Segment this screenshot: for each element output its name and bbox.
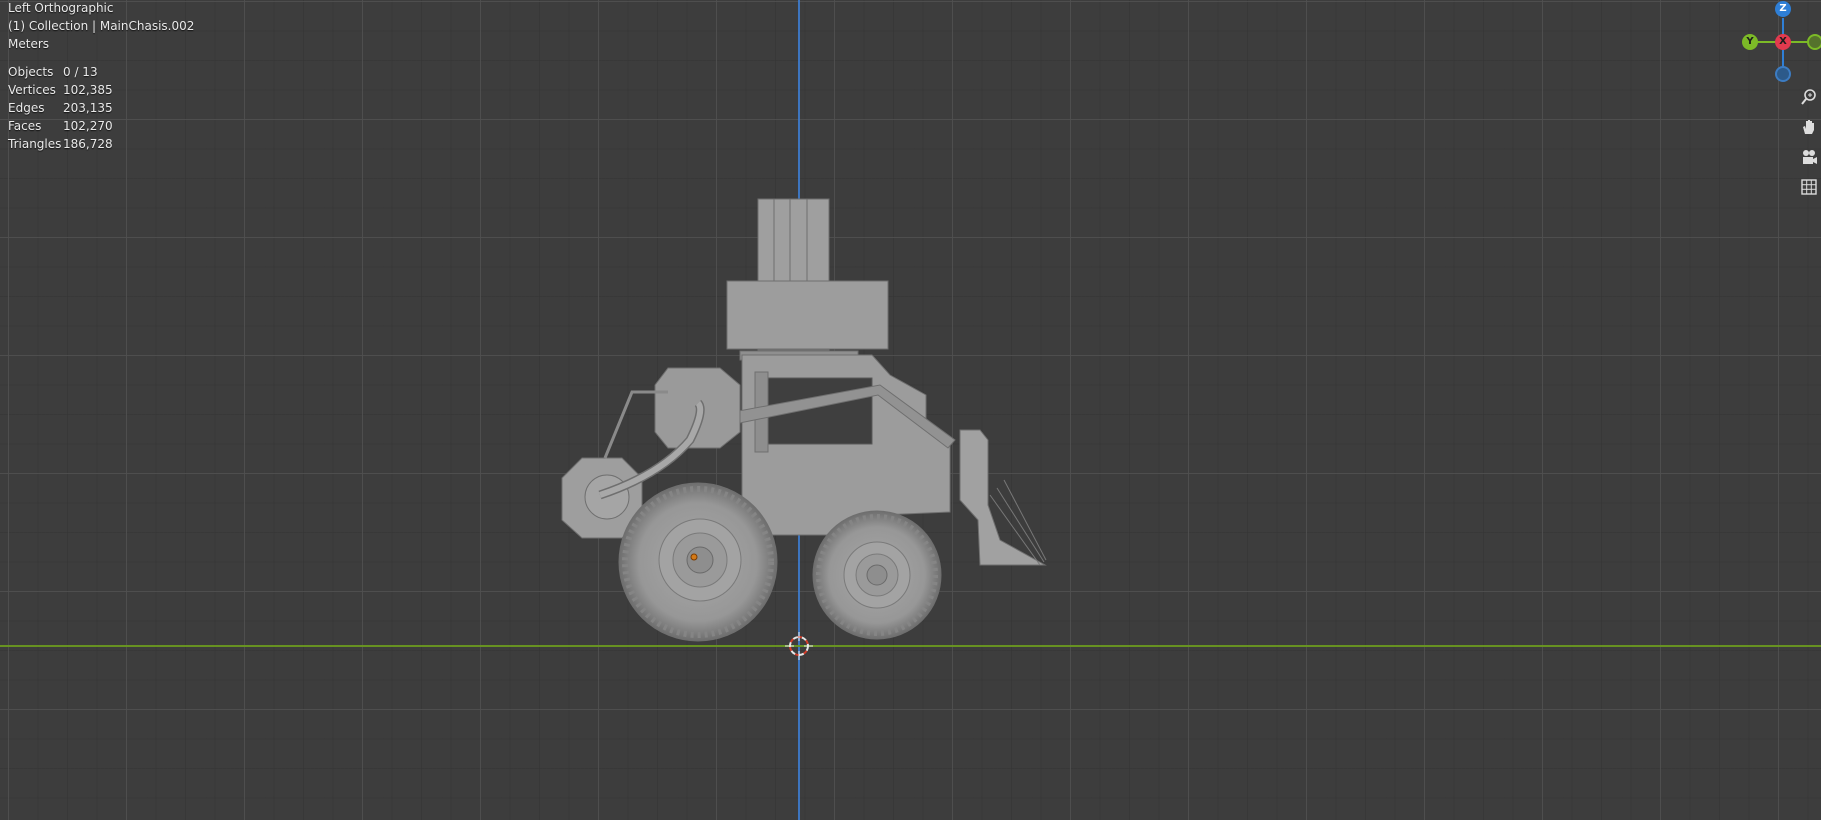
stat-label: Objects <box>8 65 54 79</box>
3d-cursor-icon[interactable] <box>785 632 813 660</box>
pan-hand-icon[interactable] <box>1797 115 1821 139</box>
stat-edges: Edges 203,135 <box>8 99 113 117</box>
stat-label: Triangles <box>8 137 62 151</box>
stat-label: Edges <box>8 101 45 115</box>
gizmo-z-axis[interactable]: Z <box>1775 1 1791 17</box>
collection-info: (1) Collection | MainChasis.002 <box>8 19 195 33</box>
camera-icon[interactable] <box>1797 145 1821 169</box>
gizmo-y-axis[interactable]: Y <box>1742 34 1758 50</box>
stat-value: 203,135 <box>63 101 113 115</box>
grid-icon[interactable] <box>1797 175 1821 199</box>
stat-faces: Faces 102,270 <box>8 117 113 135</box>
scene-statistics: Objects 0 / 13 Vertices 102,385 Edges 20… <box>8 63 113 153</box>
view-name: Left Orthographic <box>8 1 114 15</box>
navigation-gizmo[interactable]: Z Y X <box>1738 0 1821 85</box>
3d-viewport[interactable] <box>0 0 1821 820</box>
zoom-icon[interactable] <box>1797 85 1821 109</box>
stat-value: 102,385 <box>63 83 113 97</box>
gizmo-x-axis[interactable]: X <box>1775 34 1791 50</box>
loader-model[interactable] <box>0 0 1821 820</box>
stat-label: Faces <box>8 119 42 133</box>
stat-value: 186,728 <box>63 137 113 151</box>
stat-triangles: Triangles 186,728 <box>8 135 113 153</box>
stat-label: Vertices <box>8 83 56 97</box>
stat-objects: Objects 0 / 13 <box>8 63 113 81</box>
view-info: Left Orthographic (1) Collection | MainC… <box>8 0 194 53</box>
units-label: Meters <box>8 37 50 51</box>
stat-value: 102,270 <box>63 119 113 133</box>
stat-value: 0 / 13 <box>63 65 98 79</box>
gizmo-neg-z-axis[interactable] <box>1775 66 1791 82</box>
stat-vertices: Vertices 102,385 <box>8 81 113 99</box>
gizmo-neg-y-axis[interactable] <box>1807 34 1821 50</box>
